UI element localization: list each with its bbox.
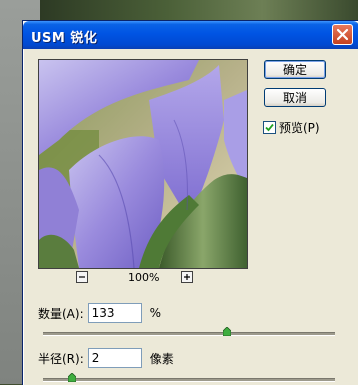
amount-slider-track[interactable] <box>43 332 335 336</box>
radius-input[interactable]: 2 <box>87 348 142 368</box>
minus-icon <box>79 276 85 278</box>
preview-checkbox-label: 预览(P) <box>279 120 320 135</box>
radius-slider-thumb[interactable] <box>68 373 77 382</box>
close-icon <box>336 28 349 41</box>
preview-toggle[interactable]: 预览(P) <box>263 120 320 135</box>
ok-button[interactable]: 确定 <box>264 60 326 79</box>
zoom-in-button[interactable] <box>181 271 193 283</box>
zoom-level: 100% <box>128 271 160 284</box>
radius-row: 半径(R): 2 像素 <box>38 348 174 368</box>
amount-label: 数量(A): <box>38 306 84 321</box>
checkmark-icon <box>265 123 274 131</box>
zoom-controls: 100% <box>38 271 246 287</box>
zoom-out-button[interactable] <box>76 271 88 283</box>
dialog-title: USM 锐化 <box>31 31 98 46</box>
amount-unit: % <box>149 306 162 320</box>
preview-checkbox[interactable] <box>263 120 276 134</box>
radius-slider-track[interactable] <box>43 378 335 382</box>
title-bar[interactable]: USM 锐化 <box>23 21 358 49</box>
cancel-button[interactable]: 取消 <box>264 88 326 107</box>
background-image <box>40 0 358 22</box>
plus-icon <box>184 274 190 280</box>
amount-row: 数量(A): 133 % <box>38 303 161 323</box>
usm-sharpen-dialog: USM 锐化 100% 确定 取消 预览(P) 数量(A): 133 % 半径(… <box>22 20 358 385</box>
iris-preview-picture <box>39 60 247 268</box>
preview-image[interactable] <box>38 59 248 269</box>
amount-input[interactable]: 133 <box>87 303 142 323</box>
amount-slider-thumb[interactable] <box>222 327 231 336</box>
close-button[interactable] <box>332 24 353 45</box>
radius-label: 半径(R): <box>38 351 84 366</box>
radius-unit: 像素 <box>149 351 174 366</box>
